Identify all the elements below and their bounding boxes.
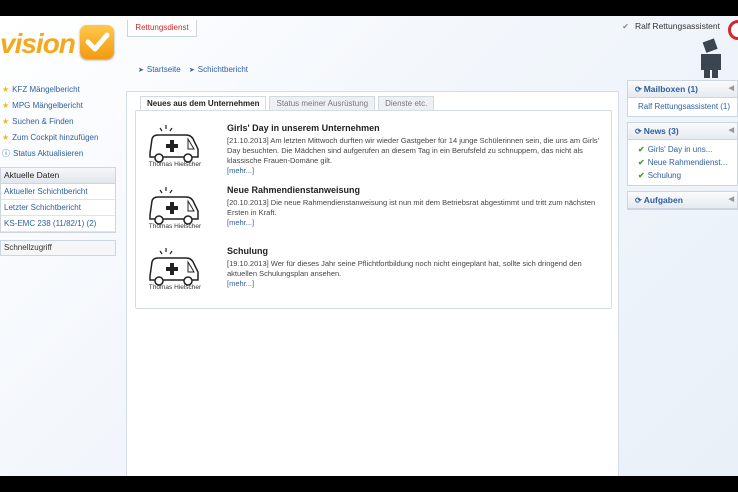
info-icon: ⓘ bbox=[2, 149, 10, 158]
news-author: Thomas Hielscher bbox=[148, 284, 202, 291]
logo-text: vision bbox=[0, 28, 76, 59]
breadcrumb-startseite[interactable]: ➤ Startseite bbox=[138, 65, 181, 74]
current-data-item[interactable]: KS-EMC 238 (11/82/1) (2) bbox=[1, 216, 115, 232]
quick-access[interactable]: Schnellzugriff bbox=[0, 240, 116, 256]
news-list-item[interactable]: ✔ Neue Rahmendienst... bbox=[628, 156, 737, 169]
star-icon: ★ bbox=[2, 117, 10, 126]
tab-neues-aus-dem-unternehmen[interactable]: Neues aus dem Unternehmen bbox=[140, 96, 267, 110]
news-body: [19.10.2013] Wer für dieses Jahr seine P… bbox=[227, 259, 582, 288]
refresh-icon: ⟳ bbox=[635, 196, 642, 205]
news-author: Thomas Hielscher bbox=[148, 223, 202, 230]
more-link[interactable]: [mehr...] bbox=[227, 279, 254, 288]
check-icon: ✔ bbox=[638, 145, 645, 154]
check-icon: ✔ bbox=[638, 158, 645, 167]
more-link[interactable]: [mehr...] bbox=[227, 218, 254, 227]
user-name: Ralf Rettungsassistent bbox=[634, 21, 720, 31]
main-panel: Neues aus dem Unternehmen Status meiner … bbox=[126, 91, 619, 476]
tasks-header[interactable]: ⟳ Aufgaben ◀ bbox=[628, 192, 737, 209]
quick-menu: ★ KFZ Mängelbericht ★ MPG Mängelbericht ★ S… bbox=[0, 82, 116, 162]
vision-logo[interactable]: vision bbox=[0, 22, 118, 62]
news-title[interactable]: Neue Rahmendienstanweisung bbox=[227, 185, 360, 195]
menu-item-mpg-maengelbericht[interactable]: ★ MPG Mängelbericht bbox=[0, 98, 116, 114]
star-icon: ★ bbox=[2, 101, 10, 110]
tasks-panel: ⟳ Aufgaben ◀ bbox=[627, 191, 738, 210]
tab-status-meiner-ausruestung[interactable]: Status meiner Ausrüstung bbox=[269, 96, 376, 110]
refresh-icon: ⟳ bbox=[635, 127, 642, 136]
star-icon: ★ bbox=[2, 85, 10, 94]
current-data-panel: Aktuelle Daten Aktueller Schichtbericht … bbox=[0, 167, 116, 233]
user-info[interactable]: ✔ Ralf Rettungsassistent bbox=[622, 21, 720, 31]
right-sidebar: ⟳ Mailboxen (1) ◀ Ralf Rettungsassistent … bbox=[627, 80, 738, 215]
left-sidebar: ★ KFZ Mängelbericht ★ MPG Mängelbericht ★ S… bbox=[0, 82, 116, 256]
check-icon: ✔ bbox=[638, 171, 645, 180]
news-header[interactable]: ⟳ News (3) ◀ bbox=[628, 123, 737, 140]
more-link[interactable]: [mehr...] bbox=[227, 166, 254, 175]
tab-dienste-etc[interactable]: Dienste etc. bbox=[378, 96, 435, 110]
menu-item-kfz-maengelbericht[interactable]: ★ KFZ Mängelbericht bbox=[0, 82, 116, 98]
logout-icon[interactable] bbox=[728, 20, 738, 40]
news-title[interactable]: Schulung bbox=[227, 246, 268, 256]
current-data-header[interactable]: Aktuelle Daten bbox=[1, 168, 115, 184]
collapse-icon[interactable]: ◀ bbox=[729, 81, 734, 97]
collapse-icon[interactable]: ◀ bbox=[729, 123, 734, 139]
current-data-item[interactable]: Aktueller Schichtbericht bbox=[1, 184, 115, 200]
news-body: [21.10.2013] Am letzten Mittwoch durften… bbox=[227, 136, 600, 175]
logo-mark-icon bbox=[80, 25, 114, 59]
breadcrumb-schichtbericht[interactable]: ➤ Schichtbericht bbox=[189, 65, 248, 74]
menu-item-zum-cockpit[interactable]: ★ Zum Cockpit hinzufügen bbox=[0, 130, 116, 146]
arrow-icon: ➤ bbox=[138, 67, 144, 74]
main-tabs: Neues aus dem Unternehmen Status meiner … bbox=[140, 96, 437, 110]
mailbox-item[interactable]: Ralf Rettungsassistent (1) bbox=[628, 98, 737, 116]
mailboxes-header[interactable]: ⟳ Mailboxen (1) ◀ bbox=[628, 81, 737, 98]
menu-item-status-aktualisieren[interactable]: ⓘ Status Aktualisieren bbox=[0, 146, 116, 162]
news-list-item[interactable]: ✔ Girls' Day in uns... bbox=[628, 143, 737, 156]
news-author: Thomas Hielscher bbox=[148, 161, 202, 168]
news-body: [20.10.2013] Die neue Rahmendienstanweis… bbox=[227, 198, 596, 227]
tab-rettungsdienst[interactable]: Rettungsdienst bbox=[127, 20, 197, 37]
application-window: vision Rettungsdienst ✔ Ralf Rettungsassi… bbox=[0, 16, 738, 476]
menu-item-suchen-finden[interactable]: ★ Suchen & Finden bbox=[0, 114, 116, 130]
current-data-item[interactable]: Letzter Schichtbericht bbox=[1, 200, 115, 216]
star-icon: ★ bbox=[2, 133, 10, 142]
news-list-short: ✔ Girls' Day in uns... ✔ Neue Rahmendienst… bbox=[628, 140, 737, 185]
news-list: Thomas Hielscher Girls' Day in unserem U… bbox=[135, 110, 612, 309]
news-title[interactable]: Girls' Day in unserem Unternehmen bbox=[227, 123, 380, 133]
collapse-icon[interactable]: ◀ bbox=[729, 192, 734, 208]
news-panel: ⟳ News (3) ◀ ✔ Girls' Day in uns... ✔ Neue … bbox=[627, 122, 738, 186]
arrow-icon: ➤ bbox=[188, 67, 195, 74]
news-list-item[interactable]: ✔ Schulung bbox=[628, 169, 737, 182]
check-icon: ✔ bbox=[622, 22, 629, 31]
breadcrumb: ➤ Startseite ➤ Schichtbericht bbox=[138, 65, 254, 74]
mailboxes-panel: ⟳ Mailboxen (1) ◀ Ralf Rettungsassistent … bbox=[627, 80, 738, 117]
refresh-icon: ⟳ bbox=[635, 85, 642, 94]
avatar[interactable] bbox=[696, 38, 726, 78]
